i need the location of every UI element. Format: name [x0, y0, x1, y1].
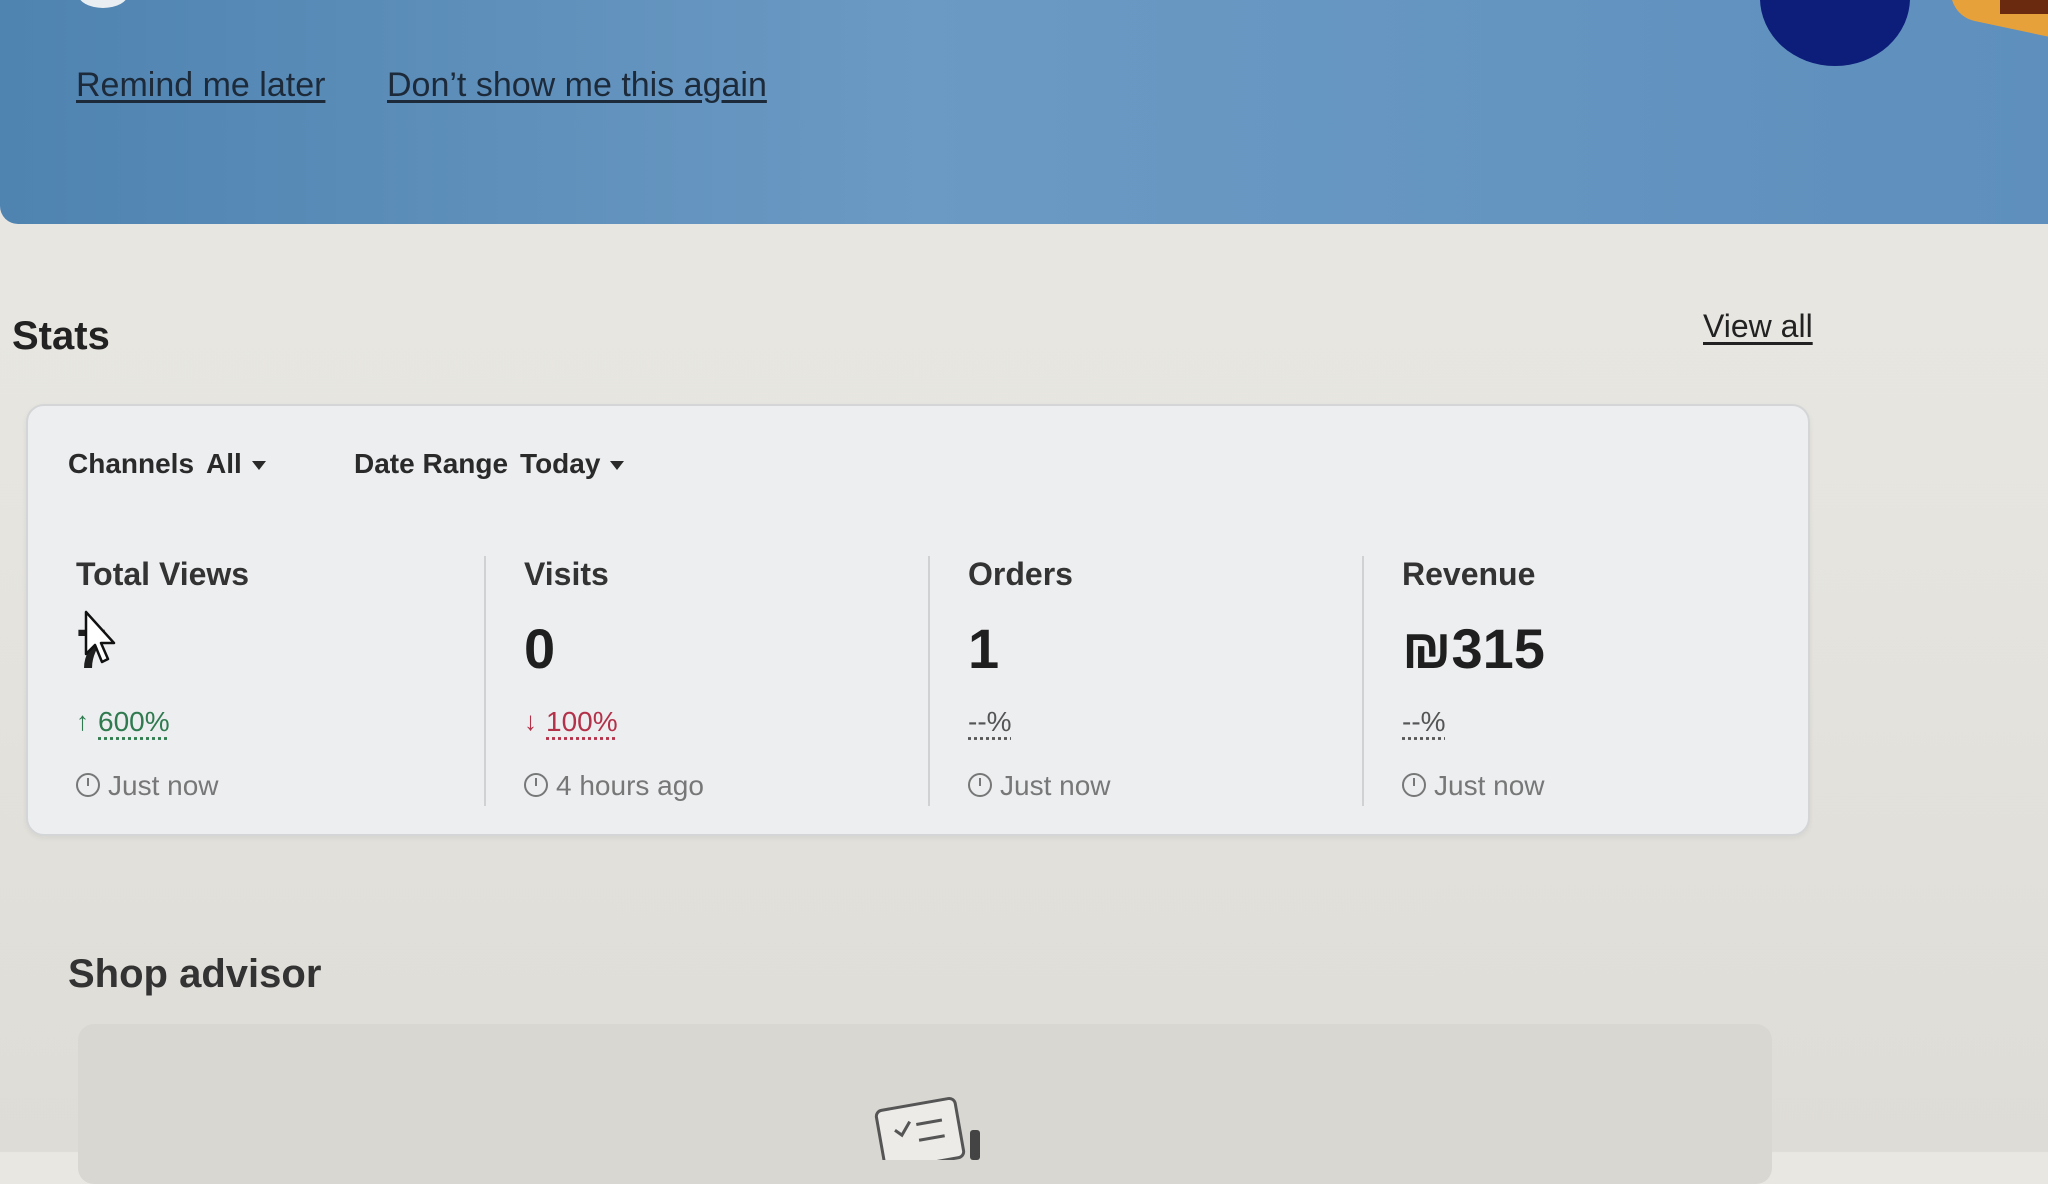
mouse-cursor-icon	[84, 610, 116, 664]
chevron-down-icon	[610, 461, 625, 471]
chevron-down-icon	[251, 461, 266, 471]
clock-icon	[968, 773, 992, 797]
banner-decoration	[78, 0, 128, 8]
clock-icon	[524, 773, 548, 797]
banner-illustration-shape	[2000, 0, 2048, 14]
metric-value: 0	[524, 617, 556, 680]
metric-title: Orders	[968, 556, 1073, 592]
date-range-filter-value: Today	[520, 448, 601, 479]
arrow-up-icon: ↑	[76, 706, 89, 736]
metric-title: Total Views	[76, 556, 250, 592]
checklist-illustration-icon	[874, 1096, 980, 1160]
metric-change: --%	[968, 706, 1012, 738]
metric-change-value: --%	[968, 706, 1012, 737]
metric-updated-time: Just now	[1402, 770, 1545, 802]
stats-heading: Stats	[12, 314, 110, 358]
remind-me-later-link[interactable]: Remind me later	[76, 66, 325, 105]
metric-change: --%	[1402, 706, 1446, 738]
metric-updated-time: 4 hours ago	[524, 770, 704, 802]
arrow-down-icon: ↓	[524, 706, 537, 736]
metric-title: Revenue	[1402, 556, 1536, 592]
metric-change-value: 600%	[98, 706, 170, 737]
metric-divider	[484, 556, 486, 806]
view-all-link[interactable]: View all	[1703, 308, 1813, 345]
metric-value: ₪315	[1402, 617, 1545, 680]
metric-updated-time: Just now	[76, 770, 219, 802]
metric-time-label: 4 hours ago	[556, 770, 704, 801]
metric-time-label: Just now	[1000, 770, 1111, 801]
metric-divider	[928, 556, 930, 806]
metric-time-label: Just now	[108, 770, 219, 801]
metric-divider	[1362, 556, 1364, 806]
date-range-filter-label: Date Range	[354, 448, 509, 479]
metric-change-value: 100%	[546, 706, 618, 737]
promo-banner: Remind me later Don’t show me this again	[0, 0, 2048, 224]
metric-change: ↓ 100%	[524, 706, 618, 738]
clock-icon	[76, 773, 100, 797]
shop-advisor-heading: Shop advisor	[68, 952, 322, 996]
date-range-filter-dropdown[interactable]: Date Range Today	[354, 448, 625, 480]
channels-filter-label: Channels	[68, 448, 195, 479]
dont-show-again-link[interactable]: Don’t show me this again	[387, 66, 767, 105]
clock-icon	[1402, 773, 1426, 797]
channels-filter-value: All	[206, 448, 242, 479]
channels-filter-dropdown[interactable]: Channels All	[68, 448, 266, 480]
stats-card: Channels All Date Range Today Total Views …	[26, 404, 1810, 836]
metric-change-value: --%	[1402, 706, 1446, 737]
metric-time-label: Just now	[1434, 770, 1545, 801]
banner-illustration	[1760, 0, 1910, 66]
metric-value: 1	[968, 617, 1000, 680]
metric-updated-time: Just now	[968, 770, 1111, 802]
metric-title: Visits	[524, 556, 609, 592]
metric-change: ↑ 600%	[76, 706, 170, 738]
